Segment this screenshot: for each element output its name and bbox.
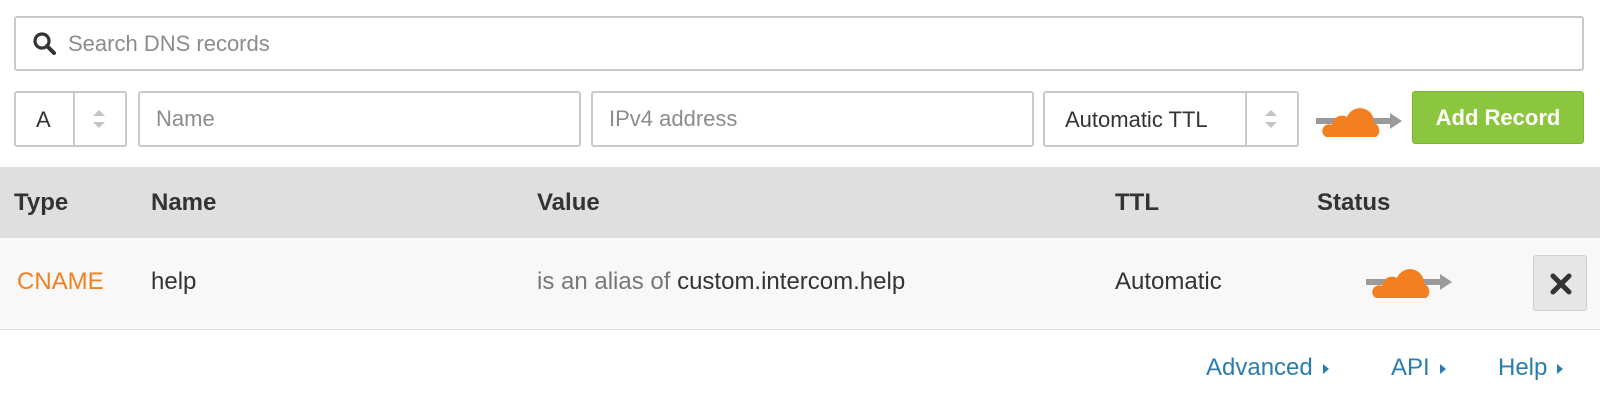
ttl-stepper[interactable]: [1245, 93, 1297, 145]
proxy-status-toggle[interactable]: [1314, 103, 1404, 139]
cloud-proxied-icon: [1366, 269, 1452, 298]
table-header: Type Name Value TTL Status: [0, 167, 1600, 238]
column-header-type[interactable]: Type: [14, 189, 68, 217]
ttl-value: Automatic TTL: [1065, 107, 1208, 132]
value-target: custom.intercom.help: [677, 268, 906, 295]
cloud-proxied-icon: [1316, 108, 1402, 137]
search-icon: [33, 32, 56, 55]
close-icon: [1550, 273, 1572, 295]
value-prefix: is an alias of: [537, 268, 671, 295]
caret-right-icon: [1322, 363, 1329, 374]
name-field[interactable]: [140, 93, 579, 145]
add-record-button[interactable]: Add Record: [1412, 91, 1584, 144]
caret-right-icon: [1557, 363, 1564, 374]
record-type-cell[interactable]: CNAME: [17, 268, 104, 296]
column-header-ttl[interactable]: TTL: [1115, 189, 1159, 217]
search-input[interactable]: [68, 18, 1568, 69]
record-value-cell[interactable]: is an alias of custom.intercom.help: [537, 268, 905, 296]
record-ttl-cell[interactable]: Automatic: [1115, 268, 1222, 296]
record-type-select[interactable]: A: [14, 91, 127, 147]
name-field-box[interactable]: [138, 91, 581, 147]
row-proxy-status-toggle[interactable]: [1364, 264, 1454, 300]
column-header-name[interactable]: Name: [151, 189, 216, 217]
record-type-value: A: [36, 107, 51, 132]
api-link[interactable]: API: [1391, 354, 1447, 382]
ttl-select[interactable]: Automatic TTL: [1043, 91, 1299, 147]
api-link-label: API: [1391, 354, 1430, 381]
help-link-label: Help: [1498, 354, 1548, 381]
column-header-status: Status: [1317, 189, 1391, 216]
help-link[interactable]: Help: [1498, 354, 1564, 382]
record-type-stepper[interactable]: [73, 93, 125, 145]
up-down-arrows-icon: [93, 110, 105, 128]
advanced-link[interactable]: Advanced: [1206, 354, 1330, 382]
search-box[interactable]: [14, 16, 1584, 71]
up-down-arrows-icon: [1265, 110, 1277, 128]
column-header-value[interactable]: Value: [537, 189, 600, 217]
ipv4-address-field[interactable]: [593, 93, 1032, 145]
table-row: CNAME help is an alias of custom.interco…: [0, 238, 1600, 330]
caret-right-icon: [1439, 363, 1446, 374]
delete-record-button[interactable]: [1533, 255, 1587, 311]
record-name-cell[interactable]: help: [151, 268, 196, 296]
advanced-link-label: Advanced: [1206, 354, 1313, 381]
ipv4-field-box[interactable]: [591, 91, 1034, 147]
